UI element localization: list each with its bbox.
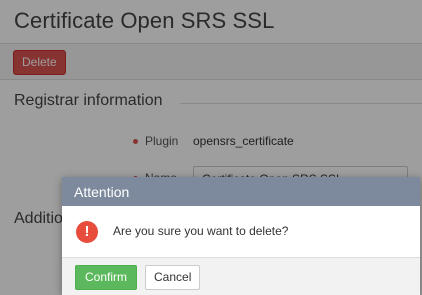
confirm-dialog: Attention ! Are you sure you want to del… [62, 177, 420, 295]
dialog-header: Attention [62, 177, 420, 206]
confirm-button[interactable]: Confirm [75, 265, 138, 290]
dialog-footer: Confirm Cancel [62, 257, 420, 295]
dialog-message: Are you sure you want to delete? [113, 224, 289, 238]
dialog-title: Attention [74, 184, 130, 200]
cancel-button[interactable]: Cancel [145, 265, 201, 290]
dialog-body: ! Are you sure you want to delete? [62, 206, 420, 257]
exclamation-circle-icon: ! [76, 221, 98, 243]
